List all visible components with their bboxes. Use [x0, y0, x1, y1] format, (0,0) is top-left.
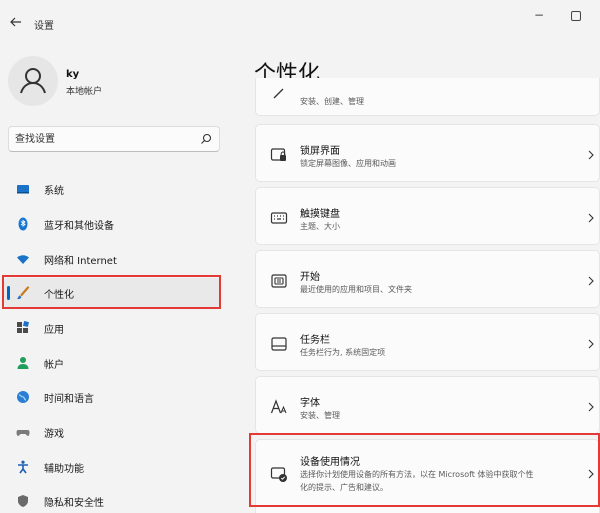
sidebar-item-time-language[interactable]: 时间和语言: [4, 382, 220, 412]
sidebar-item-privacy[interactable]: 隐私和安全性: [4, 486, 220, 513]
card-title: 锁屏界面: [300, 146, 340, 157]
card-fonts[interactable]: 字体 安装、管理: [255, 376, 600, 434]
user-name: ky: [66, 69, 80, 80]
chevron-right-icon: [588, 276, 594, 286]
sidebar-item-label: 辅助功能: [44, 464, 84, 475]
account-type: 本地帐户: [66, 87, 103, 97]
chevron-right-icon: [588, 213, 594, 223]
sidebar-item-network[interactable]: 网络和 Internet: [4, 244, 220, 274]
chevron-right-icon: [588, 150, 594, 160]
sidebar-item-accessibility[interactable]: 辅助功能: [4, 452, 220, 482]
search-box[interactable]: [8, 126, 220, 152]
card-subtitle: 任务栏行为, 系统固定项: [300, 348, 386, 357]
sidebar-item-label: 蓝牙和其他设备: [44, 221, 114, 232]
avatar: [8, 56, 58, 106]
card-subtitle: 锁定屏幕图像、应用和动画: [300, 159, 396, 168]
monitor-icon: [17, 185, 29, 194]
keyboard-icon: [270, 212, 288, 224]
card-start[interactable]: 开始 最近使用的应用和项目、文件夹: [255, 250, 600, 308]
card-title: 任务栏: [300, 335, 330, 346]
card-title: 设备使用情况: [300, 457, 360, 468]
person-icon: [20, 68, 46, 94]
sidebar-item-gaming[interactable]: 游戏: [4, 417, 220, 447]
card-touch-keyboard[interactable]: 触摸键盘 主题、大小: [255, 187, 600, 245]
sidebar-item-label: 网络和 Internet: [44, 256, 117, 267]
account-icon: [17, 357, 29, 369]
sidebar-item-label: 隐私和安全性: [44, 498, 104, 509]
chevron-right-icon: [588, 469, 594, 479]
brush-icon: [17, 286, 30, 300]
card-subtitle: 安装、创建、管理: [300, 97, 364, 106]
card-themes[interactable]: 安装、创建、管理: [255, 78, 600, 116]
card-subtitle-line2: 化的提示、广告和建议。: [300, 483, 388, 492]
sidebar-item-accounts[interactable]: 帐户: [4, 348, 220, 378]
minimize-button[interactable]: −: [532, 8, 546, 24]
back-arrow-icon[interactable]: [8, 14, 24, 30]
pen-icon: [273, 88, 284, 99]
sidebar-item-label: 系统: [44, 186, 64, 197]
card-taskbar[interactable]: 任务栏 任务栏行为, 系统固定项: [255, 313, 600, 371]
card-title: 字体: [300, 398, 320, 409]
gamepad-icon: [16, 430, 30, 436]
sidebar-item-system[interactable]: 系统: [4, 174, 220, 204]
wifi-icon: [17, 255, 29, 264]
search-input[interactable]: [9, 127, 189, 151]
shield-icon: [18, 495, 28, 507]
card-subtitle: 安装、管理: [300, 411, 340, 420]
font-icon: [270, 399, 287, 414]
bluetooth-icon: [18, 217, 28, 231]
sidebar-item-apps[interactable]: 应用: [4, 313, 220, 343]
title-bar: 设置 −: [0, 0, 600, 40]
selection-indicator: [7, 286, 10, 300]
chevron-right-icon: [588, 339, 594, 349]
search-icon[interactable]: [200, 133, 212, 145]
card-subtitle: 主题、大小: [300, 222, 340, 231]
sidebar-item-label: 帐户: [44, 360, 64, 371]
sidebar-item-label: 游戏: [44, 429, 64, 440]
lock-screen-icon: [270, 148, 286, 161]
card-title: 触摸键盘: [300, 209, 340, 220]
maximize-button[interactable]: [570, 10, 582, 22]
device-usage-icon: [270, 467, 287, 482]
sidebar-item-label: 个性化: [44, 290, 74, 301]
card-subtitle: 选择你计划使用设备的所有方法，以在 Microsoft 体验中获取个性: [300, 470, 534, 479]
window-title: 设置: [34, 21, 54, 32]
card-title: 开始: [300, 272, 320, 283]
taskbar-icon: [271, 337, 287, 351]
globe-icon: [17, 391, 29, 403]
accessibility-icon: [18, 460, 28, 474]
sidebar-item-bluetooth[interactable]: 蓝牙和其他设备: [4, 209, 220, 239]
sidebar-item-label: 时间和语言: [44, 394, 94, 405]
start-icon: [271, 274, 287, 288]
card-lock-screen[interactable]: 锁屏界面 锁定屏幕图像、应用和动画: [255, 124, 600, 182]
sidebar-item-label: 应用: [44, 325, 64, 336]
apps-icon: [17, 321, 30, 333]
card-subtitle: 最近使用的应用和项目、文件夹: [300, 285, 412, 294]
sidebar-item-personalization[interactable]: 个性化: [4, 278, 220, 308]
chevron-right-icon: [588, 402, 594, 412]
card-device-usage[interactable]: 设备使用情况 选择你计划使用设备的所有方法，以在 Microsoft 体验中获取…: [255, 439, 600, 513]
